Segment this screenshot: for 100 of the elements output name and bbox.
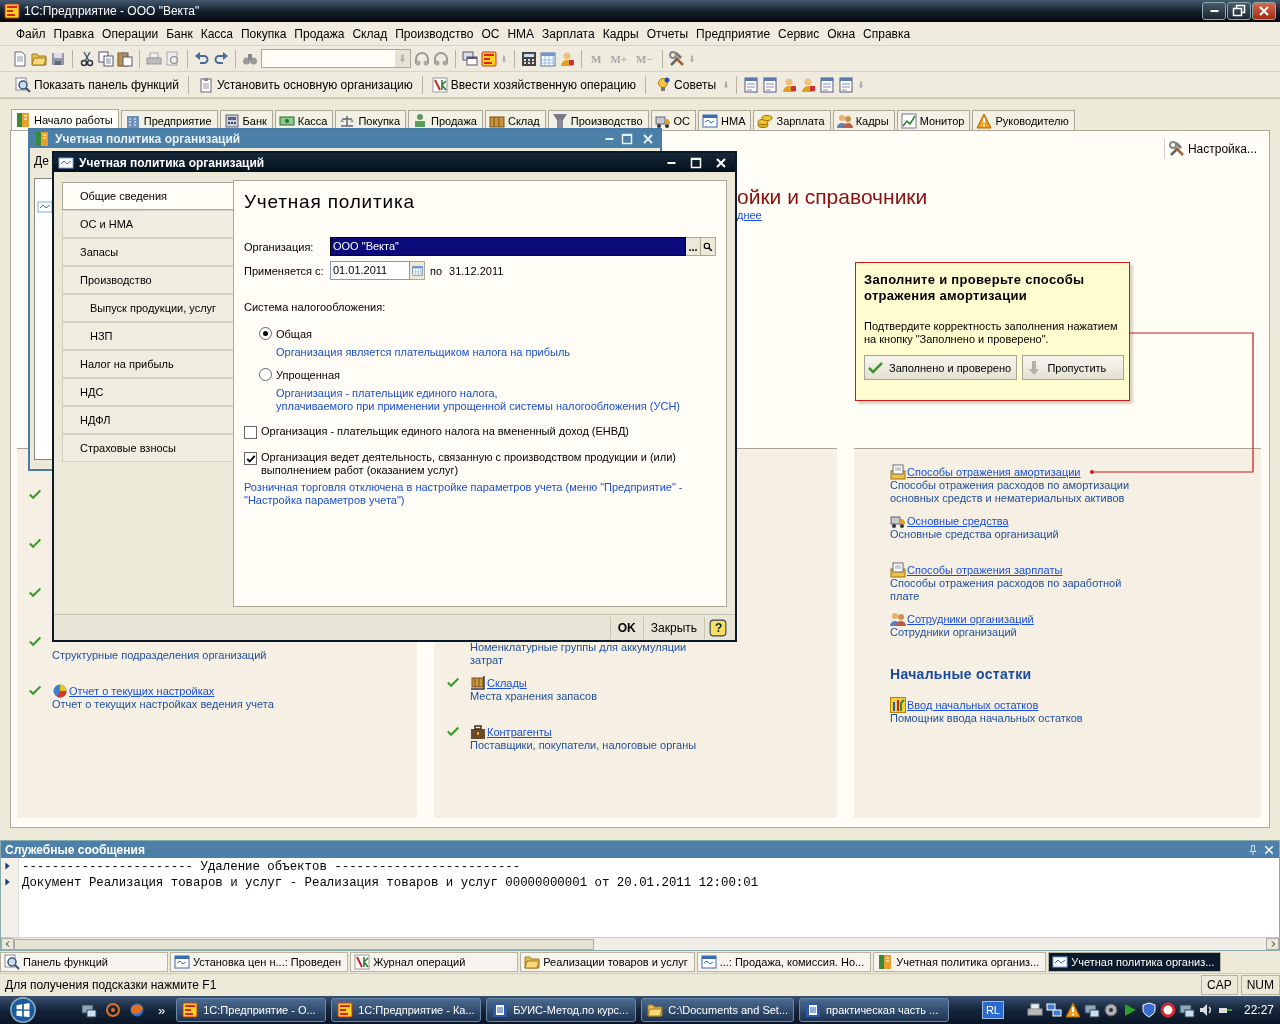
- copy-icon[interactable]: [98, 50, 114, 67]
- section-tab[interactable]: ОС: [650, 110, 697, 130]
- nav-item[interactable]: Страховые взносы: [62, 434, 234, 462]
- more-button[interactable]: »: [150, 1002, 172, 1018]
- link[interactable]: Контрагенты: [487, 725, 552, 738]
- close-icon[interactable]: [1263, 843, 1275, 856]
- report-icon[interactable]: [743, 76, 760, 93]
- section-tab[interactable]: Зарплата: [753, 110, 831, 130]
- cut-icon[interactable]: [79, 50, 95, 67]
- skip-button[interactable]: Пропустить: [1022, 355, 1124, 380]
- printer-icon[interactable]: [1026, 1002, 1043, 1018]
- search-button[interactable]: [701, 237, 716, 256]
- nav-item[interactable]: Налог на прибыль: [62, 350, 234, 378]
- section-tab[interactable]: Банк: [219, 110, 273, 130]
- menu-item[interactable]: Справка: [859, 24, 915, 43]
- section-tab[interactable]: НМА: [698, 110, 752, 130]
- taskbar-button[interactable]: 1С:Предприятие - О...: [176, 998, 327, 1022]
- menu-item[interactable]: Отчеты: [642, 24, 693, 43]
- menu-item[interactable]: НМА: [503, 24, 539, 43]
- language-indicator[interactable]: RL: [981, 1001, 1004, 1019]
- section-tab[interactable]: Начало работы: [11, 109, 119, 130]
- menu-item[interactable]: Предприятие: [692, 24, 775, 43]
- window-tab[interactable]: Реализации товаров и услуг: [520, 952, 695, 972]
- date-field[interactable]: 01.01.2011: [330, 261, 410, 280]
- menu-item[interactable]: Операции: [98, 24, 163, 43]
- link[interactable]: Основные средства: [907, 514, 1009, 527]
- radio-button[interactable]: [259, 368, 272, 381]
- section-tab[interactable]: Касса: [274, 110, 334, 130]
- taskbar-button[interactable]: практическая часть ...: [799, 998, 950, 1022]
- taskbar-button[interactable]: 1С:Предприятие - Ка...: [331, 998, 482, 1022]
- close-button[interactable]: Закрыть: [642, 616, 704, 639]
- toolbar-button[interactable]: Установить основную организацию: [194, 74, 416, 95]
- confirm-button[interactable]: Заполнено и проверено: [864, 355, 1018, 380]
- monitor-icon[interactable]: [1083, 1002, 1100, 1018]
- close-button[interactable]: [1252, 2, 1276, 20]
- menu-item[interactable]: Покупка: [237, 24, 291, 43]
- toolbar-button[interactable]: Показать панель функций: [12, 74, 182, 95]
- nav-item[interactable]: Запасы: [62, 238, 234, 266]
- menu-item[interactable]: Кадры: [598, 24, 643, 43]
- tools-icon[interactable]: [668, 50, 685, 67]
- window-tab[interactable]: Установка цен н...: Проведен: [170, 952, 349, 972]
- report-icon[interactable]: [838, 76, 855, 93]
- select-button[interactable]: ...: [686, 237, 701, 256]
- network-icon[interactable]: [1045, 1002, 1062, 1018]
- pin-icon[interactable]: [1247, 843, 1259, 856]
- radio-button[interactable]: [259, 327, 272, 340]
- nav-item[interactable]: НДФЛ: [62, 406, 234, 434]
- ok-button[interactable]: OK: [609, 616, 643, 639]
- ring-icon[interactable]: [1159, 1002, 1176, 1018]
- minimize-button[interactable]: [1202, 2, 1226, 20]
- settings-button[interactable]: Настройка...: [1163, 139, 1261, 159]
- link[interactable]: Отчет о текущих настройках: [69, 684, 215, 697]
- menu-item[interactable]: Файл: [12, 24, 50, 43]
- desktop-icon[interactable]: [81, 1002, 97, 1018]
- search-combobox[interactable]: [261, 49, 411, 68]
- print-preview-icon[interactable]: [165, 50, 181, 67]
- monitor-icon[interactable]: [1178, 1002, 1195, 1018]
- taskbar-button[interactable]: БУИС-Метод.по курс...: [486, 998, 637, 1022]
- new-document-icon[interactable]: [12, 50, 28, 67]
- report-icon[interactable]: [819, 76, 836, 93]
- link[interactable]: Ввод начальных остатков: [907, 698, 1039, 711]
- disc-icon[interactable]: [1102, 1002, 1119, 1018]
- link[interactable]: Склады: [487, 676, 527, 689]
- section-tab[interactable]: Производство: [547, 110, 649, 130]
- paste-icon[interactable]: [117, 50, 133, 67]
- scrollbar[interactable]: [1, 937, 1279, 950]
- report-icon[interactable]: [762, 76, 779, 93]
- window-tab[interactable]: Учетная политика организ...: [1048, 952, 1222, 972]
- checkbox[interactable]: [244, 452, 257, 465]
- link[interactable]: Способы отражения зарплаты: [907, 563, 1063, 576]
- section-tab[interactable]: Продажа: [408, 110, 483, 130]
- browser-icon[interactable]: [129, 1002, 145, 1018]
- checkbox[interactable]: [244, 426, 257, 439]
- nav-item[interactable]: Общие сведения: [62, 182, 234, 210]
- calendar-button[interactable]: [410, 261, 425, 280]
- taskbar-button[interactable]: C:\Documents and Set...: [641, 998, 795, 1022]
- speaker-icon[interactable]: [1197, 1002, 1214, 1018]
- save-icon[interactable]: [50, 50, 66, 67]
- help-button[interactable]: ?: [704, 616, 731, 639]
- section-tab[interactable]: Руководителю: [972, 110, 1075, 130]
- calculator-icon[interactable]: [521, 50, 537, 67]
- menu-item[interactable]: ОС: [477, 24, 504, 43]
- menu-item[interactable]: Продажа: [290, 24, 349, 43]
- section-tab[interactable]: Покупка: [335, 110, 407, 130]
- section-tab[interactable]: Монитор: [896, 110, 971, 130]
- nav-item[interactable]: НДС: [62, 378, 234, 406]
- warning-icon[interactable]: [1064, 1002, 1081, 1018]
- windows-icon[interactable]: [462, 50, 478, 67]
- toolbar-button[interactable]: Советы: [652, 74, 720, 95]
- undo-icon[interactable]: [194, 50, 210, 67]
- start-button[interactable]: [8, 997, 38, 1023]
- open-folder-icon[interactable]: [31, 50, 47, 67]
- window-tab[interactable]: Журнал операций: [350, 952, 519, 972]
- menu-item[interactable]: Касса: [196, 24, 237, 43]
- nav-item[interactable]: ОС и НМА: [62, 210, 234, 238]
- window-tab[interactable]: ...: Продажа, комиссия. Но...: [696, 952, 872, 972]
- menu-item[interactable]: Зарплата: [538, 24, 599, 43]
- toolbar-button[interactable]: Де: [34, 154, 49, 168]
- menu-item[interactable]: Склад: [348, 24, 392, 43]
- shield-icon[interactable]: [1140, 1002, 1157, 1018]
